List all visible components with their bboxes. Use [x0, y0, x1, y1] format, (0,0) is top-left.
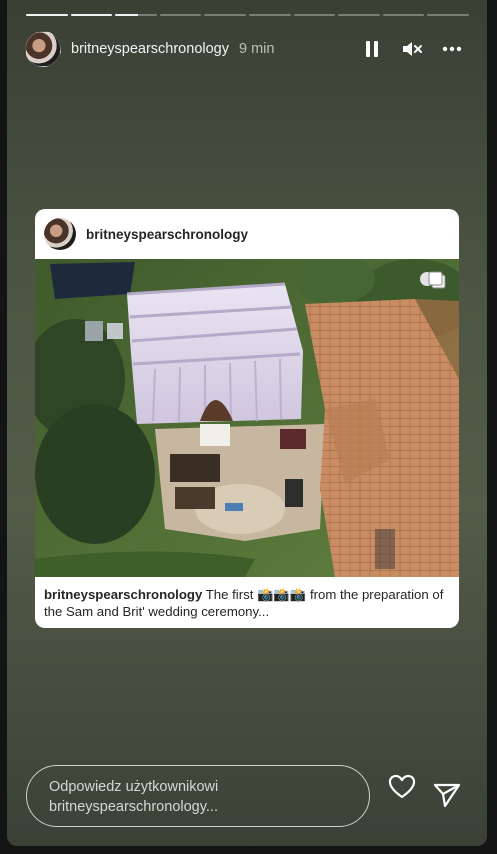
send-icon[interactable]: [433, 782, 461, 808]
progress-fill: [26, 14, 68, 16]
more-icon[interactable]: [441, 38, 463, 60]
progress-fill: [115, 14, 139, 16]
progress-segment: [248, 14, 291, 16]
reply-placeholder: Odpowiedz użytkownikowi britneyspearschr…: [49, 779, 219, 815]
post-username[interactable]: britneyspearschronology: [86, 227, 248, 242]
progress-segment: [26, 14, 68, 16]
story-progress-bar: [26, 14, 469, 17]
shared-post-card[interactable]: britneyspearschronology britneyspearschr…: [35, 209, 459, 628]
post-header: britneyspearschronology: [35, 209, 459, 259]
progress-segment: [70, 14, 113, 16]
story-viewer: britneyspearschronology 9 min britneyspe…: [7, 0, 487, 846]
heart-icon[interactable]: [388, 774, 416, 800]
progress-segment: [293, 14, 336, 16]
avatar[interactable]: [25, 31, 61, 67]
carousel-icon: [428, 271, 446, 289]
story-time: 9 min: [238, 41, 275, 57]
post-caption: britneyspearschronology The first 📸📸📸 fr…: [35, 577, 459, 620]
muted-speaker-icon[interactable]: [401, 38, 423, 60]
pause-icon[interactable]: [361, 38, 383, 60]
post-photo[interactable]: [35, 259, 459, 577]
progress-segment: [115, 14, 157, 16]
progress-segment: [427, 14, 469, 16]
progress-segment: [338, 14, 380, 16]
story-username[interactable]: britneyspearschronology: [71, 41, 229, 57]
post-avatar[interactable]: [44, 218, 76, 250]
progress-fill: [70, 14, 113, 16]
reply-input[interactable]: Odpowiedz użytkownikowi britneyspearschr…: [26, 765, 370, 827]
progress-segment: [382, 14, 425, 16]
caption-username[interactable]: britneyspearschronology: [44, 587, 202, 602]
progress-segment: [159, 14, 202, 16]
progress-segment: [204, 14, 246, 16]
story-header: britneyspearschronology 9 min: [25, 30, 469, 68]
wedding-tent-aerial-photo: [35, 259, 459, 577]
